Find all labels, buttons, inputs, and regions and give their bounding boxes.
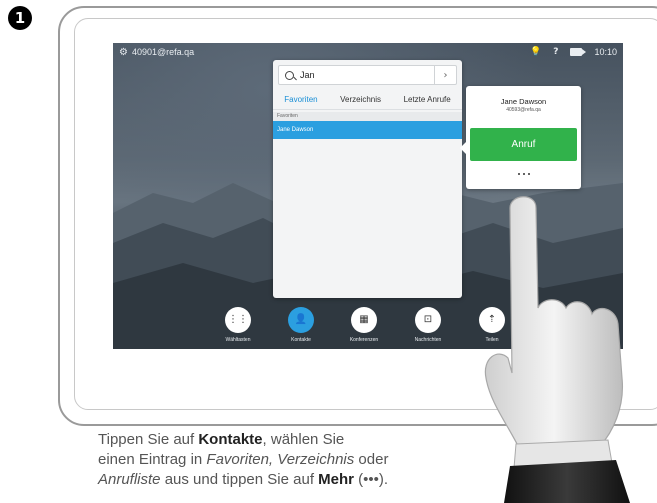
dock-label: Nachrichten bbox=[414, 337, 442, 343]
bulb-icon[interactable]: 💡 bbox=[530, 47, 541, 57]
keypad-circle: ⋮⋮ bbox=[225, 307, 251, 333]
tab-favoriten[interactable]: Favoriten bbox=[284, 95, 317, 104]
call-button[interactable]: Anruf bbox=[470, 128, 577, 161]
step-number-badge: 1 bbox=[8, 6, 32, 30]
caption-text: , wählen Sie bbox=[262, 431, 345, 448]
list-item[interactable]: Jane Dawson bbox=[273, 121, 462, 139]
dock-label: Konferenzen bbox=[349, 337, 379, 343]
dock-label: Wähltasten bbox=[225, 337, 251, 343]
caption-text: oder bbox=[354, 451, 389, 468]
dock-item-conferences[interactable]: ▦ Konferenzen bbox=[334, 307, 394, 347]
calendar-circle: ▦ bbox=[351, 307, 377, 333]
search-input[interactable]: Jan › bbox=[278, 65, 457, 85]
dock-item-messages[interactable]: ⊡ Nachrichten bbox=[398, 307, 458, 347]
more-dot bbox=[522, 173, 525, 175]
tab-letzte-anrufe[interactable]: Letzte Anrufe bbox=[404, 95, 451, 104]
system-address: 40901@refa.qa bbox=[131, 47, 195, 57]
gear-icon[interactable]: ⚙ bbox=[119, 47, 128, 58]
caption-italic-lists: Favoriten, Verzeichnis bbox=[206, 451, 355, 468]
camera-icon[interactable] bbox=[570, 48, 587, 56]
help-icon[interactable]: ? bbox=[553, 47, 558, 57]
keypad-icon: ⋮⋮ bbox=[228, 314, 248, 325]
more-dot bbox=[517, 173, 520, 175]
search-value: Jan bbox=[300, 70, 315, 80]
contacts-tabs: Favoriten Verzeichnis Letzte Anrufe bbox=[273, 90, 462, 110]
caption-italic-call-list: Anrufliste bbox=[98, 471, 161, 488]
caption-text: Tippen Sie auf bbox=[98, 431, 199, 448]
caption-text: aus und tippen Sie auf bbox=[160, 471, 319, 488]
dock-item-contacts[interactable]: 👤 Kontakte bbox=[271, 307, 331, 347]
calendar-icon: ▦ bbox=[359, 314, 369, 325]
dock-item-keypad[interactable]: ⋮⋮ Wähltasten bbox=[208, 307, 268, 347]
section-label: Favoriten bbox=[273, 112, 462, 121]
contacts-panel: Jan › Favoriten Verzeichnis Letzte Anruf… bbox=[273, 60, 462, 298]
status-bar: ⚙ 40901@refa.qa 💡 ? 10:10 bbox=[113, 43, 623, 61]
caption-text: einen Eintrag in bbox=[98, 451, 207, 468]
more-button[interactable] bbox=[470, 166, 577, 182]
voicemail-circle: ⊡ bbox=[415, 307, 441, 333]
clock: 10:10 bbox=[594, 47, 617, 57]
contacts-circle: 👤 bbox=[288, 307, 314, 333]
voicemail-icon: ⊡ bbox=[423, 314, 433, 325]
contact-address: 40593@refa.qa bbox=[506, 107, 541, 113]
chevron-right-icon[interactable]: › bbox=[434, 66, 456, 84]
contact-name: Jane Dawson bbox=[500, 97, 547, 106]
tab-verzeichnis[interactable]: Verzeichnis bbox=[340, 95, 381, 104]
search-icon bbox=[285, 70, 294, 80]
instruction-caption: Tippen Sie auf Kontakte, wählen Sie eine… bbox=[98, 430, 518, 490]
caption-bold-contacts: Kontakte bbox=[198, 431, 263, 448]
contacts-icon: 👤 bbox=[294, 314, 308, 325]
caption-bold-more: Mehr bbox=[318, 471, 354, 488]
dock-label: Kontakte bbox=[291, 337, 311, 343]
contact-popover: Jane Dawson 40593@refa.qa Anruf bbox=[460, 86, 581, 189]
more-dot bbox=[527, 173, 530, 175]
caption-text: (•••). bbox=[354, 471, 389, 488]
